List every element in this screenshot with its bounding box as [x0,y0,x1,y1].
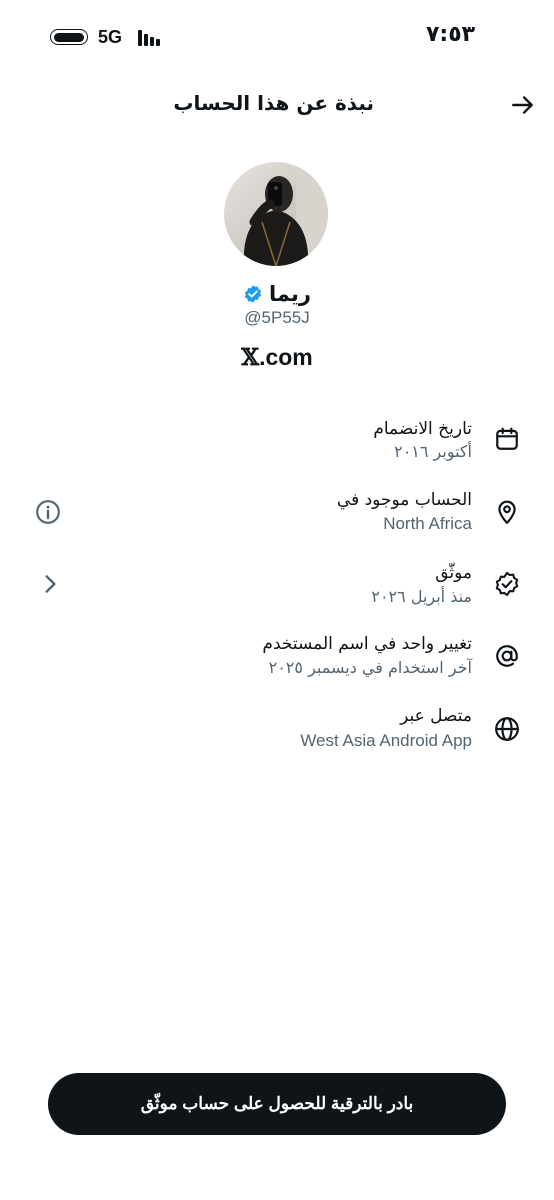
profile-name: ريما [269,282,311,306]
calendar-icon [496,427,518,450]
status-time: ٧:٥٣ [426,22,476,47]
connected-via-label: متصل عبر [400,706,472,726]
upgrade-verified-button[interactable]: بادر بالترقية للحصول على حساب موثّق [48,1073,506,1135]
location-pin-icon [498,500,516,524]
username-changes-value: آخر استخدام في ديسمبر ٢٠٢٥ [268,658,472,677]
signal-icon [138,30,162,46]
at-sign-icon [496,645,518,667]
profile-name-row: ريما [0,282,554,306]
back-arrow-icon[interactable] [510,92,536,118]
joined-value: أكتوبر ٢٠١٦ [394,442,472,461]
page-title: نبذة عن هذا الحساب [173,91,374,115]
domain-label: 𝕏.com [0,344,554,371]
verified-badge-icon [495,571,519,597]
location-value: North Africa [383,514,472,533]
domain-suffix: .com [259,344,313,370]
battery-icon [50,29,88,45]
profile-handle: @5P55J [244,308,310,327]
joined-label: تاريخ الانضمام [373,419,472,439]
x-logo: 𝕏 [241,344,260,371]
verified-value: منذ أبريل ٢٠٢٦ [371,587,472,606]
info-icon[interactable] [35,499,61,525]
avatar[interactable] [224,162,328,266]
connected-via-value: West Asia Android App [300,731,472,750]
avatar-image [224,162,328,266]
network-label: 5G [98,27,123,47]
username-changes-label: تغيير واحد في اسم المستخدم [262,634,472,654]
verified-label: موثّق [435,563,472,583]
verified-badge-icon [244,285,262,303]
globe-icon [495,717,519,741]
chevron-icon[interactable] [37,571,63,597]
location-label: الحساب موجود في [336,490,472,510]
